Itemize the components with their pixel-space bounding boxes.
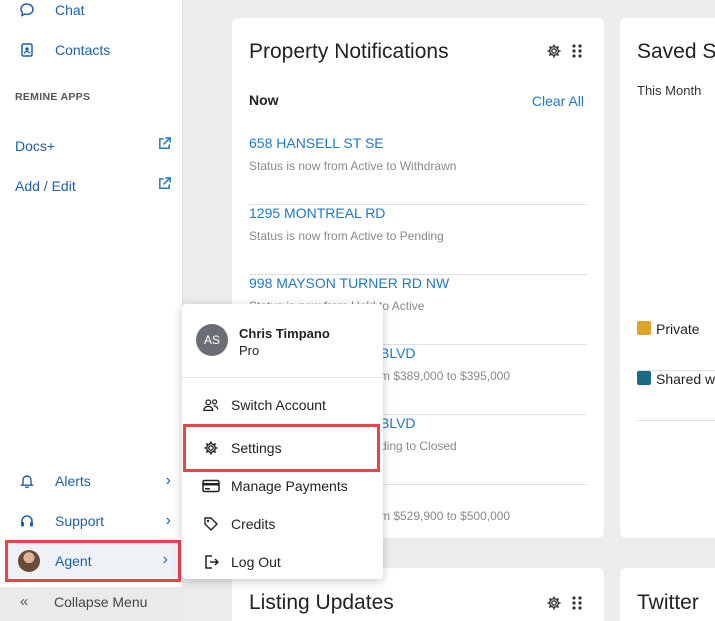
headset-icon [17,511,37,531]
external-link-icon [157,136,173,152]
legend-swatch [637,371,651,385]
legend-item-shared: Shared w [637,371,715,421]
collapse-menu-label: Collapse Menu [54,594,148,610]
notification-status: Status is now from Active to Withdrawn [249,159,457,173]
menu-item-label: Log Out [231,554,281,570]
card-title: Twitter [637,591,699,614]
notification-item[interactable]: 658 HANSELL ST SE Status is now from Act… [249,135,587,205]
menu-item-label: Credits [231,516,276,532]
logout-icon [202,553,220,571]
gear-icon[interactable] [546,43,562,59]
sidebar-item-label: Chat [55,2,85,18]
drag-handle-icon[interactable] [570,595,584,611]
sidebar-item-label: Alerts [55,473,91,489]
saved-subtitle: This Month [637,83,702,98]
notification-address[interactable]: BLVD [380,415,416,431]
section-heading-now: Now [249,92,279,108]
legend-label: Shared w [656,371,715,387]
sidebar-item-label: Contacts [55,42,111,58]
sidebar-item-label: Support [55,513,105,529]
chevron-right-icon: › [165,472,171,489]
notification-status: m $389,000 to $395,000 [380,369,511,383]
sidebar: Chat Contacts REMINE APPS Docs+ Add / Ed… [0,0,183,621]
menu-item-label: Switch Account [231,397,326,413]
sidebar-item-support[interactable]: Support › [0,506,183,536]
notification-status: Status is now from Active to Pending [249,229,444,243]
menu-item-label: Manage Payments [231,478,348,494]
user-name: Chris Timpano [239,326,330,341]
external-link-icon [157,176,173,192]
notification-status: m $529,900 to $500,000 [380,509,511,523]
menu-divider [182,377,383,378]
avatar [18,550,40,572]
menu-item-log-out[interactable]: Log Out [182,547,383,577]
menu-item-credits[interactable]: Credits [182,509,383,539]
card-title: Saved S [637,40,715,63]
menu-item-switch-account[interactable]: Switch Account [182,390,383,420]
notification-address[interactable]: 658 HANSELL ST SE [249,135,384,151]
notification-status: ding to Closed [380,439,457,453]
legend-item-private: Private [637,321,715,371]
gear-icon[interactable] [546,595,562,611]
sidebar-item-agent[interactable]: Agent › [5,540,181,582]
clear-all-link[interactable]: Clear All [532,93,584,109]
card-title: Property Notifications [249,40,449,63]
user-tier: Pro [239,343,260,358]
user-initials-avatar: AS [196,324,228,356]
menu-item-manage-payments[interactable]: Manage Payments [182,471,383,501]
users-icon [202,396,220,414]
sidebar-app-label: Docs+ [15,138,56,154]
sidebar-item-alerts[interactable]: Alerts › [0,466,183,496]
notification-address[interactable]: BLVD [380,345,416,361]
chat-bubble-icon [17,0,37,20]
saved-searches-card: Saved S This Month Private Shared w [620,18,715,538]
sidebar-item-contacts[interactable]: Contacts [0,35,183,65]
chevron-right-icon: › [162,551,168,568]
legend-swatch [637,321,651,335]
twitter-card: Twitter [620,568,715,621]
legend-label: Private [656,321,700,337]
sidebar-app-docs[interactable]: Docs+ [0,133,183,159]
collapse-menu-button[interactable]: « Collapse Menu [0,587,183,621]
settings-highlight-box [183,424,380,472]
sidebar-item-label: Agent [55,553,92,569]
notification-address[interactable]: 1295 MONTREAL RD [249,205,385,221]
sidebar-app-label: Add / Edit [15,178,76,194]
tag-icon [202,515,220,533]
double-chevron-left-icon: « [20,593,29,610]
drag-handle-icon[interactable] [570,43,584,59]
chevron-right-icon: › [165,512,171,529]
notification-item[interactable]: 1295 MONTREAL RD Status is now from Acti… [249,205,587,275]
sidebar-app-add-edit[interactable]: Add / Edit [0,173,183,199]
sidebar-item-chat[interactable]: Chat [0,0,183,25]
contacts-book-icon [17,40,37,60]
bell-icon [17,471,37,491]
notification-address[interactable]: 998 MAYSON TURNER RD NW [249,275,449,291]
section-title-remine-apps: REMINE APPS [15,91,91,103]
credit-card-icon [202,477,220,495]
card-title: Listing Updates [249,591,394,614]
